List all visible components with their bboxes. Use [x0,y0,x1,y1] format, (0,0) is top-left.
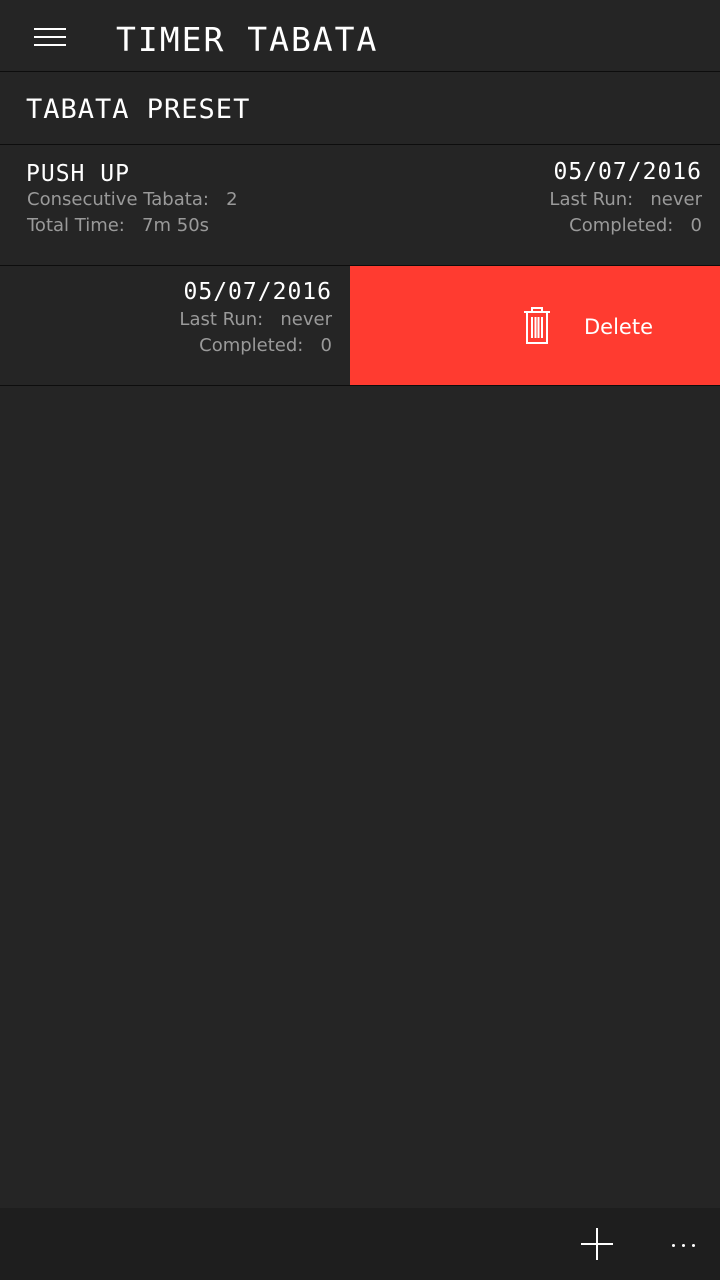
consecutive-label: Consecutive Tabata: [27,189,209,210]
last-run-value: never [650,189,702,210]
section-header: TABATA PRESET [0,73,720,145]
preset-list-item[interactable]: PUSH UP Consecutive Tabata: 2 Total Time… [0,146,720,266]
completed-value: 0 [690,215,702,236]
last-run-label: Last Run: [179,309,264,330]
total-time-label: Total Time: [27,215,125,236]
swiped-item-content[interactable]: 05/07/2016 Last Run: never Completed: 0 [0,266,350,385]
last-run-value: never [280,309,332,330]
last-run-label: Last Run: [549,189,634,210]
completed-line: Completed: 0 [569,213,702,239]
plus-icon[interactable] [578,1226,616,1264]
app-page: TIMER TABATA TABATA PRESET PUSH UP Conse… [0,0,720,1280]
preset-list-item-swiped[interactable]: 05/07/2016 Last Run: never Completed: 0 … [0,266,720,386]
bottom-app-bar [0,1208,720,1280]
preset-date: 05/07/2016 [553,159,702,185]
last-run-line: Last Run: never [549,187,702,213]
preset-name: PUSH UP [26,161,130,187]
total-time-value: 7m 50s [142,215,210,236]
app-title: TIMER TABATA [116,20,379,59]
delete-button[interactable]: Delete [350,266,720,385]
more-ellipsis-icon[interactable] [662,1228,706,1260]
completed-line: Completed: 0 [199,333,332,359]
total-time-line: Total Time: 7m 50s [27,213,209,239]
consecutive-tabata-line: Consecutive Tabata: 2 [27,187,238,213]
preset-date: 05/07/2016 [183,279,332,305]
section-title: TABATA PRESET [26,94,251,125]
completed-value: 0 [320,335,332,356]
app-header: TIMER TABATA [0,0,720,72]
trash-icon [524,307,550,344]
hamburger-menu-icon[interactable] [34,26,66,48]
completed-label: Completed: [199,335,304,356]
completed-label: Completed: [569,215,674,236]
last-run-line: Last Run: never [179,307,332,333]
delete-label: Delete [584,315,653,339]
consecutive-value: 2 [226,189,238,210]
